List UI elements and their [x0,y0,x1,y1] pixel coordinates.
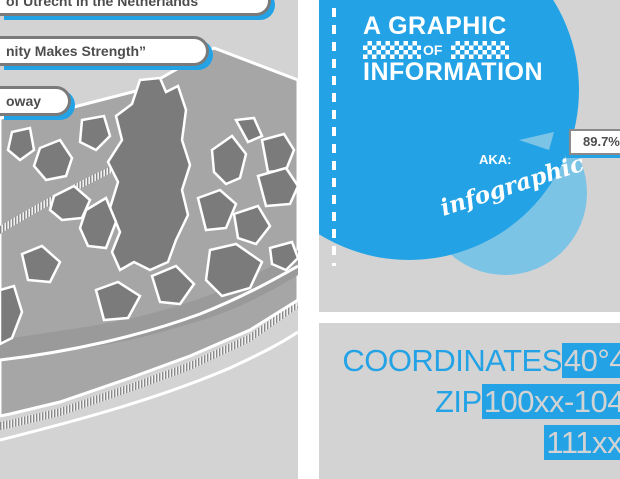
zip-extra-line: 111xx [544,425,620,460]
city-map-illustration [0,46,298,442]
map-panel: of Utrecht in the Netherlands nity Makes… [0,0,298,479]
zip-line: ZIP100xx-104 [435,384,620,419]
map-label-unity-motto: nity Makes Strength” [0,36,209,66]
title-of: OF [423,42,443,58]
aka-label: AKA: [479,152,512,167]
coordinates-panel: COORDINATES40°4 ZIP100xx-104 111xx [319,323,620,479]
coordinates-line: COORDINATES40°4 [342,343,620,378]
percent-tag: 89.7% [569,129,620,155]
title-line-2: INFORMATION [363,58,544,86]
brand-panel: A GRAPHIC OF INFORMATION AKA: infographi… [319,0,620,312]
dashed-divider [332,8,336,266]
map-label-oway: oway [0,86,71,116]
map-label-utrecht: of Utrecht in the Netherlands [0,0,271,16]
checkered-strip: OF [363,41,513,59]
title-line-1: A GRAPHIC [363,12,507,40]
